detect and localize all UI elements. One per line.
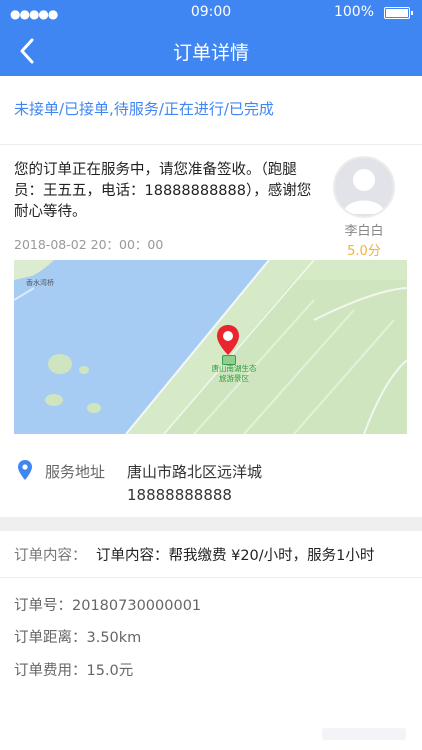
runner-card[interactable]: 李白白 5.0分 xyxy=(332,156,396,259)
battery-percent: 100% xyxy=(333,4,374,20)
message-time: 2018-08-02 20：00：00 xyxy=(14,237,164,252)
address-value: 唐山市路北区远洋城 xyxy=(127,463,263,481)
location-marker-icon xyxy=(217,325,239,355)
order-fee-value: 15.0元 xyxy=(86,663,134,679)
map-label-scenic-line1: 唐山南湖生态 xyxy=(211,364,257,373)
bottom-action-button[interactable] xyxy=(322,728,406,740)
map-view[interactable]: 香水湾桥 唐山南湖生态 旅游景区 xyxy=(14,260,407,434)
location-pin-icon xyxy=(18,460,32,480)
order-number-label: 订单号： xyxy=(14,598,72,614)
map-label-scenic: 唐山南湖生态 旅游景区 xyxy=(194,364,274,384)
order-content-row: 订单内容： 订单内容：帮我缴费 ¥20/小时，服务1小时 xyxy=(0,531,422,578)
header-bar: ●●●●● 09:00 100% 订单详情 xyxy=(0,0,422,76)
user-icon xyxy=(343,169,385,214)
avatar xyxy=(333,156,395,218)
address-label: 服务地址 xyxy=(45,463,106,481)
order-number-row: 订单号：20180730000001 xyxy=(14,594,201,615)
battery-icon xyxy=(384,7,413,19)
runner-name: 李白白 xyxy=(344,224,384,239)
service-message: 您的订单正在服务中，请您准备签收。（跑腿员：王五五，电话：18888888888… xyxy=(14,162,312,220)
status-bar: ●●●●● 09:00 100% xyxy=(0,0,422,24)
order-content-value: 订单内容：帮我缴费 ¥20/小时，服务1小时 xyxy=(96,548,375,564)
order-distance-value: 3.50km xyxy=(86,630,142,646)
map-label-bridge: 香水湾桥 xyxy=(26,279,54,287)
map-label-scenic-line2: 旅游景区 xyxy=(219,374,249,383)
order-status-row: 未接单/已接单,待服务/正在进行/已完成 xyxy=(0,76,422,145)
order-content-label: 订单内容： xyxy=(14,548,87,564)
order-status-flow: 未接单/已接单,待服务/正在进行/已完成 xyxy=(14,100,274,118)
order-fee-label: 订单费用： xyxy=(14,663,87,679)
runner-rating: 5.0分 xyxy=(347,244,381,259)
address-block: 唐山市路北区远洋城 18888888888 xyxy=(127,461,262,507)
map-graphic xyxy=(14,260,407,434)
address-phone[interactable]: 18888888888 xyxy=(127,484,262,507)
order-number-value: 20180730000001 xyxy=(72,598,202,614)
order-distance-label: 订单距离： xyxy=(14,630,87,646)
order-fee-row: 订单费用：15.0元 xyxy=(14,659,133,680)
section-divider xyxy=(0,517,422,531)
page-title: 订单详情 xyxy=(172,42,249,64)
order-distance-row: 订单距离：3.50km xyxy=(14,626,141,647)
